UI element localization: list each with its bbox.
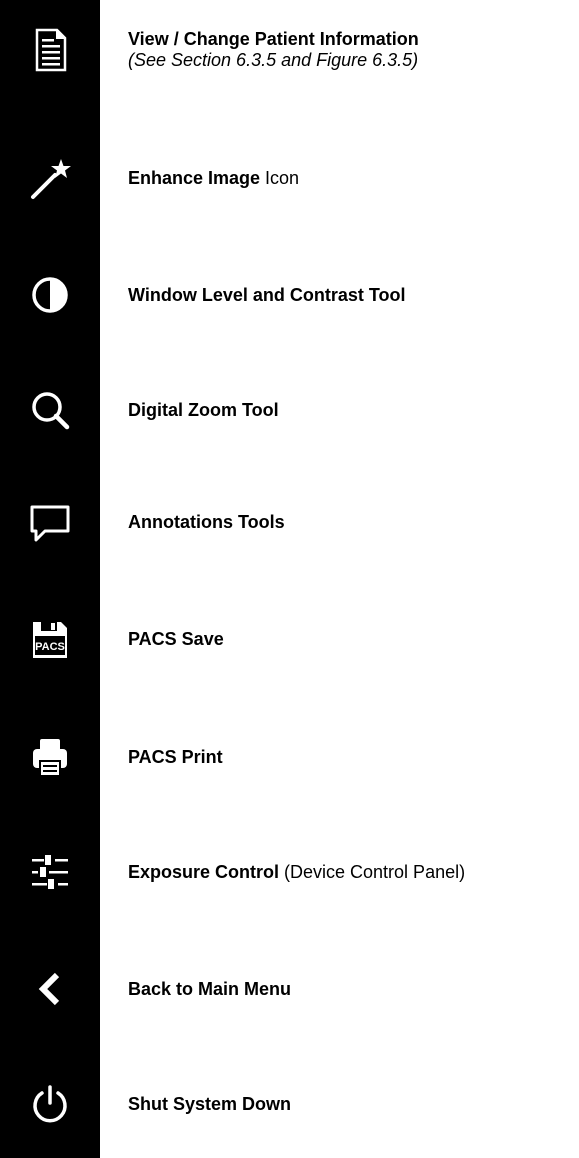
legend-label-bold: Back to Main Menu	[128, 978, 292, 999]
legend-label: Exposure Control (Device Control Panel)	[128, 822, 568, 922]
legend-label-bold: PACS Save	[128, 628, 224, 649]
legend-label-bold: Exposure Control	[128, 861, 280, 882]
legend-label: PACS Print	[128, 707, 568, 807]
floppy-pacs-icon[interactable]: PACS	[25, 614, 75, 664]
legend-label-bold: Annotations Tools	[128, 511, 285, 532]
legend-label-bold: Enhance Image	[128, 167, 261, 188]
legend-row-shutdown: Shut System Down	[0, 1054, 579, 1154]
chevron-left-icon[interactable]	[25, 964, 75, 1014]
magnifier-icon[interactable]	[25, 385, 75, 435]
contrast-icon[interactable]	[25, 270, 75, 320]
magic-wand-icon[interactable]	[25, 153, 75, 203]
legend-label: Digital Zoom Tool	[128, 360, 568, 460]
legend-label: View / Change Patient Information (See S…	[128, 0, 568, 100]
legend-label: Back to Main Menu	[128, 939, 568, 1039]
legend-label-rest: (Device Control Panel)	[279, 861, 466, 882]
legend-label: PACS Save	[128, 589, 568, 689]
legend-label: Enhance Image Icon	[128, 128, 568, 228]
legend-row-contrast: Window Level and Contrast Tool	[0, 245, 579, 345]
legend-row-enhance-image: Enhance Image Icon	[0, 128, 579, 228]
printer-icon[interactable]	[25, 732, 75, 782]
legend-label-bold: View / Change Patient Information	[128, 29, 419, 49]
legend-label: Shut System Down	[128, 1054, 568, 1154]
legend-row-patient-info: View / Change Patient Information (See S…	[0, 0, 579, 100]
legend-label-bold: Window Level and Contrast Tool	[128, 284, 406, 305]
legend-row-pacs-print: PACS Print	[0, 707, 579, 807]
svg-text:PACS: PACS	[35, 641, 65, 653]
legend-row-zoom: Digital Zoom Tool	[0, 360, 579, 460]
legend-row-annotations: Annotations Tools	[0, 472, 579, 572]
legend-label-bold: PACS Print	[128, 746, 223, 767]
power-icon[interactable]	[25, 1079, 75, 1129]
legend-label-bold: Shut System Down	[128, 1093, 292, 1114]
speech-bubble-icon[interactable]	[25, 497, 75, 547]
legend-label-rest: Icon	[260, 167, 300, 188]
legend-row-pacs-save: PACS PACS Save	[0, 589, 579, 689]
document-icon[interactable]	[25, 25, 75, 75]
legend-row-back: Back to Main Menu	[0, 939, 579, 1039]
sliders-icon[interactable]	[25, 847, 75, 897]
legend-row-exposure-control: Exposure Control (Device Control Panel)	[0, 822, 579, 922]
legend-label: Window Level and Contrast Tool	[128, 245, 568, 345]
legend-label-bold: Digital Zoom Tool	[128, 399, 279, 420]
legend-label-sub: (See Section 6.3.5 and Figure 6.3.5)	[128, 50, 419, 70]
legend-label: Annotations Tools	[128, 472, 568, 572]
